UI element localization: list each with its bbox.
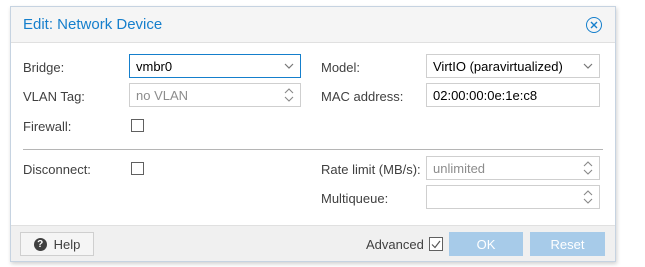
mac-address-value: 02:00:00:0e:1e:c8: [433, 87, 538, 103]
model-value: VirtIO (paravirtualized): [433, 58, 563, 74]
rate-limit-value: unlimited: [433, 160, 486, 176]
spinner-icon[interactable]: [284, 87, 294, 103]
vlan-tag-value: no VLAN: [136, 87, 189, 103]
bridge-label: Bridge:: [23, 60, 65, 75]
vlan-tag-label: VLAN Tag:: [23, 89, 85, 104]
disconnect-checkbox[interactable]: [131, 162, 144, 175]
mac-address-label: MAC address:: [321, 89, 404, 104]
question-icon: ?: [33, 237, 47, 251]
spinner-icon[interactable]: [583, 189, 593, 205]
help-button-label: Help: [53, 236, 81, 252]
section-divider: [23, 149, 603, 150]
reset-button-label: Reset: [550, 236, 585, 252]
vlan-tag-field[interactable]: no VLAN: [129, 83, 301, 107]
dialog-title: Edit: Network Device: [23, 16, 163, 33]
dialog-header: Edit: Network Device: [11, 7, 615, 43]
model-select[interactable]: VirtIO (paravirtualized): [426, 54, 600, 78]
dialog-footer: ? Help Advanced OK Reset: [11, 225, 615, 261]
multiqueue-field[interactable]: [426, 185, 600, 209]
rate-limit-label: Rate limit (MB/s):: [321, 162, 421, 177]
disconnect-label: Disconnect:: [23, 162, 91, 177]
advanced-label: Advanced: [366, 237, 424, 252]
firewall-label: Firewall:: [23, 119, 72, 134]
ok-button-label: OK: [476, 236, 496, 252]
multiqueue-label: Multiqueue:: [321, 191, 389, 206]
bridge-select[interactable]: vmbr0: [129, 54, 301, 78]
checkmark-icon: [431, 240, 441, 248]
reset-button[interactable]: Reset: [530, 232, 605, 256]
help-button[interactable]: ? Help: [20, 232, 94, 256]
mac-address-field[interactable]: 02:00:00:0e:1e:c8: [426, 83, 600, 107]
chevron-down-icon[interactable]: [284, 55, 294, 77]
bridge-value: vmbr0: [136, 58, 173, 74]
ok-button[interactable]: OK: [449, 232, 523, 256]
close-icon[interactable]: [586, 17, 602, 33]
edit-network-device-dialog: Edit: Network Device Bridge: vmbr0 VLAN …: [10, 6, 616, 262]
model-label: Model:: [321, 60, 361, 75]
advanced-checkbox[interactable]: [429, 237, 443, 251]
firewall-checkbox[interactable]: [131, 119, 144, 132]
spinner-icon[interactable]: [583, 160, 593, 176]
chevron-down-icon[interactable]: [583, 55, 593, 77]
rate-limit-field[interactable]: unlimited: [426, 156, 600, 180]
